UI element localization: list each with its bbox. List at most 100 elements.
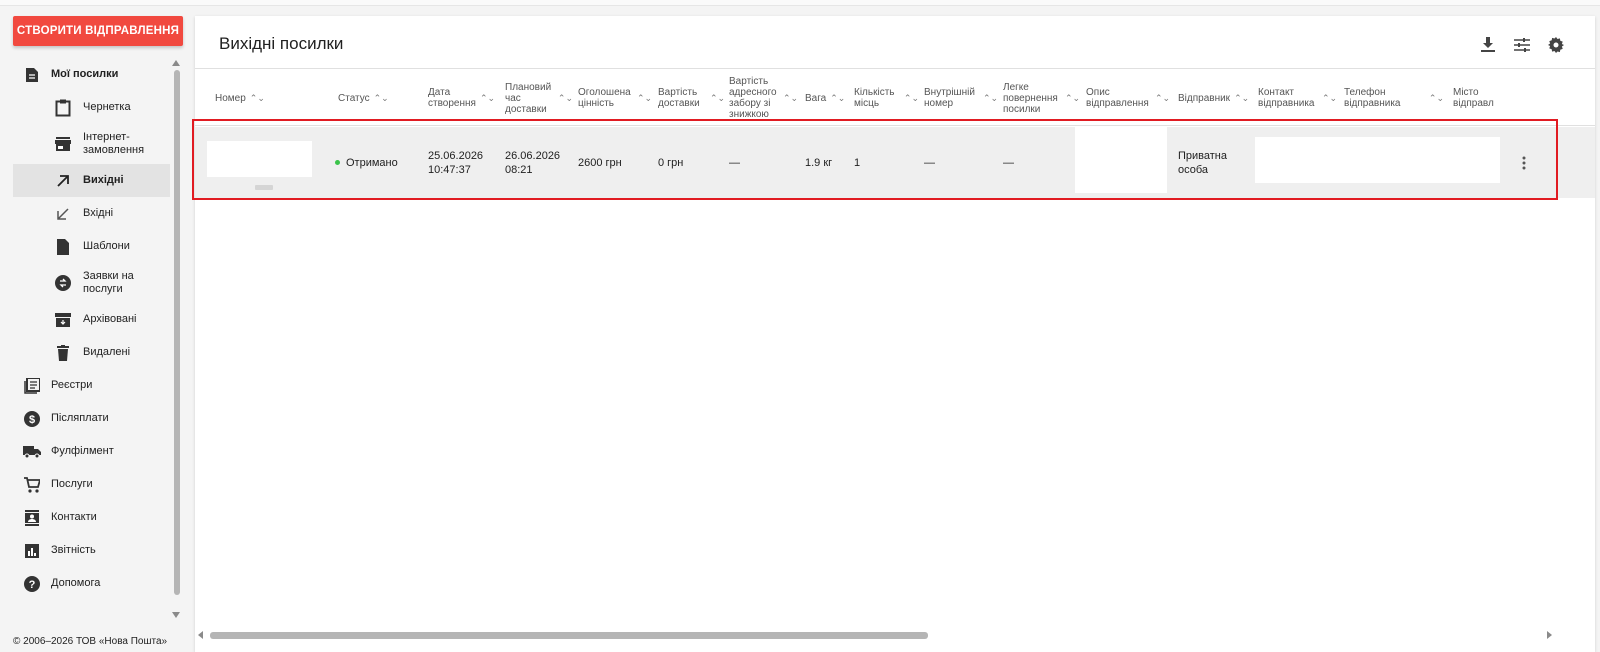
sidebar-item-label: Послуги (51, 478, 93, 490)
gear-icon[interactable] (1545, 34, 1567, 56)
registry-icon (13, 377, 51, 394)
planned-cell: 26.06.2026 08:21 (505, 149, 561, 176)
sort-icon[interactable]: ⌃⌄ (637, 93, 652, 104)
column-header[interactable]: Номер ⌃⌄ (215, 69, 325, 127)
sidebar-item-help[interactable]: ? Допомога (13, 567, 170, 600)
column-header[interactable]: Телефон відправника ⌃⌄ (1344, 69, 1444, 127)
column-header[interactable]: Вартість адресного забору зі знижкою ⌃⌄ (729, 69, 801, 127)
sidebar-item-outgoing[interactable]: Вихідні (13, 164, 170, 197)
table-horizontal-scrollbar[interactable] (195, 630, 1555, 640)
column-header[interactable]: Вартість доставки ⌃⌄ (658, 69, 728, 127)
column-header[interactable]: Вага ⌃⌄ (805, 69, 849, 127)
sidebar-item-internet-orders[interactable]: Інтернет-замовлення (13, 124, 170, 164)
column-label: Статус (338, 92, 370, 104)
sidebar-item-label: Архівовані (83, 313, 137, 325)
sort-icon[interactable]: ⌃⌄ (1429, 93, 1444, 104)
column-header[interactable]: Оголошена цінність ⌃⌄ (578, 69, 655, 127)
store-icon (13, 137, 83, 151)
sort-icon[interactable]: ⌃⌄ (710, 93, 725, 104)
sort-icon[interactable]: ⌃⌄ (558, 93, 573, 104)
column-label: Легке повернення посилки (1003, 81, 1058, 115)
tracking-number-redacted (207, 141, 312, 177)
sidebar-item-label: Допомога (51, 577, 101, 589)
sidebar-item-label: Шаблони (83, 240, 130, 252)
sidebar-item-cod[interactable]: $ Післяплати (13, 402, 170, 435)
sidebar-scrollbar[interactable] (174, 60, 180, 620)
sort-icon[interactable]: ⌃⌄ (904, 93, 919, 104)
clipboard-icon (13, 99, 83, 117)
column-label: Вартість адресного забору зі знижкою (729, 76, 777, 120)
scroll-right-arrow[interactable] (1547, 631, 1552, 639)
sidebar-item-deleted[interactable]: Видалені (13, 336, 170, 369)
column-label: Вага (805, 92, 827, 104)
column-header[interactable]: Контакт відправника ⌃⌄ (1258, 69, 1338, 127)
arrow-up-right-icon (13, 174, 83, 188)
column-header[interactable]: Внутрішній номер ⌃⌄ (924, 69, 999, 127)
sort-icon[interactable]: ⌃⌄ (1322, 93, 1337, 104)
sidebar-item-label: Фулфілмент (51, 445, 114, 457)
more-menu-icon[interactable] (1517, 127, 1531, 198)
sidebar-item-label: Мої посилки (51, 68, 119, 80)
sort-icon[interactable]: ⌃⌄ (480, 93, 495, 104)
copy-marker[interactable] (255, 185, 273, 190)
sidebar-item-incoming[interactable]: Вхідні (13, 197, 170, 230)
cart-icon (13, 476, 51, 493)
sidebar-item-archived[interactable]: Архівовані (13, 303, 170, 336)
column-header[interactable]: Опис відправлення ⌃⌄ (1086, 69, 1171, 127)
sort-icon[interactable]: ⌃⌄ (1065, 93, 1080, 104)
column-header[interactable]: Кількість місць ⌃⌄ (854, 69, 919, 127)
column-label: Місто відправл (1453, 87, 1494, 109)
declared-value-cell: 2600 грн (578, 156, 622, 169)
sidebar-item-label: Контакти (51, 511, 97, 523)
sidebar-item-label: Вхідні (83, 207, 114, 219)
column-label: Оголошена цінність (578, 87, 631, 109)
sort-icon[interactable]: ⌃⌄ (983, 93, 998, 104)
filter-settings-icon[interactable] (1511, 34, 1533, 56)
help-icon: ? (13, 575, 51, 592)
sort-icon[interactable]: ⌃⌄ (374, 93, 389, 104)
sort-icon[interactable]: ⌃⌄ (783, 93, 798, 104)
delivery-cost-cell: 0 грн (658, 156, 684, 169)
sidebar-item-label: Видалені (83, 346, 131, 358)
sidebar-item-templates[interactable]: Шаблони (13, 230, 170, 263)
sidebar-nav: Мої посилки Чернетка Інтернет-замовлення… (13, 58, 170, 600)
sidebar-item-contacts[interactable]: Контакти (13, 501, 170, 534)
svg-text:?: ? (29, 579, 36, 591)
sidebar-item-label: Інтернет-замовлення (83, 131, 145, 156)
column-label: Номер (215, 92, 246, 104)
sender-cell: Приватна особа (1178, 149, 1227, 176)
column-header[interactable]: Відправник ⌃⌄ (1178, 69, 1258, 127)
file-icon (13, 238, 83, 255)
column-header[interactable]: Легке повернення посилки ⌃⌄ (1003, 69, 1083, 127)
scrollbar-thumb[interactable] (210, 632, 928, 639)
column-label: Внутрішній номер (924, 87, 975, 109)
copyright: © 2006–2026 ТОВ «Нова Пошта» (13, 636, 168, 647)
sidebar-item-label: Післяплати (51, 412, 109, 424)
document-icon (13, 67, 51, 83)
sidebar-item-reports[interactable]: Звітність (13, 534, 170, 567)
table-row[interactable]: Отримано 25.06.2026 10:47:37 26.06.2026 … (195, 127, 1595, 198)
sidebar-item-services[interactable]: Послуги (13, 468, 170, 501)
sort-icon[interactable]: ⌃⌄ (1234, 93, 1249, 104)
sort-icon[interactable]: ⌃⌄ (1155, 93, 1170, 104)
download-icon[interactable] (1477, 34, 1499, 56)
column-header[interactable]: Місто відправл (1453, 69, 1513, 127)
scrollbar-thumb[interactable] (174, 70, 180, 595)
column-label: Вартість доставки (658, 87, 700, 109)
archive-icon (13, 312, 83, 327)
column-header[interactable]: Плановий час доставки ⌃⌄ (505, 69, 573, 127)
sidebar-item-drafts[interactable]: Чернетка (13, 91, 170, 124)
sidebar-item-registries[interactable]: Реєстри (13, 369, 170, 402)
scroll-down-arrow[interactable] (172, 612, 180, 618)
create-shipment-button[interactable]: СТВОРИТИ ВІДПРАВЛЕННЯ (13, 16, 183, 46)
weight-cell: 1.9 кг (805, 156, 833, 169)
column-header[interactable]: Дата створення ⌃⌄ (428, 69, 495, 127)
chart-icon (13, 543, 51, 558)
scroll-left-arrow[interactable] (198, 631, 203, 639)
sidebar-item-my-parcels[interactable]: Мої посилки (13, 58, 170, 91)
sidebar-item-fulfillment[interactable]: Фулфілмент (13, 435, 170, 468)
sort-icon[interactable]: ⌃⌄ (830, 93, 845, 104)
sidebar-item-service-requests[interactable]: Заявки на послуги (13, 263, 170, 303)
column-header[interactable]: Статус ⌃⌄ (338, 69, 423, 127)
sort-icon[interactable]: ⌃⌄ (250, 93, 265, 104)
